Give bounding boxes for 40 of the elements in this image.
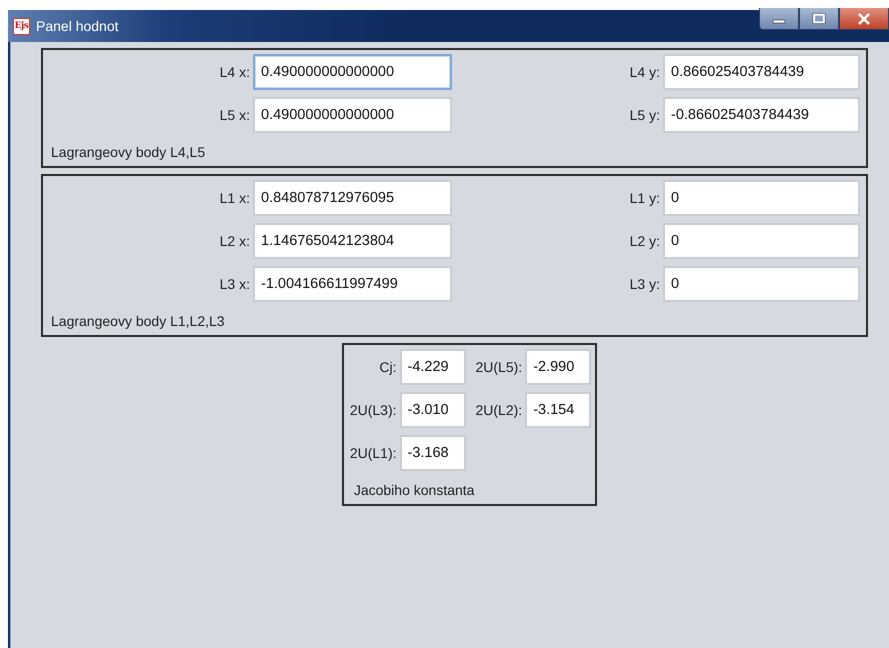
field-label: 2U(L5):	[476, 359, 522, 375]
group-caption: Lagrangeovy body L1,L2,L3	[51, 313, 226, 329]
field-label: L5 x:	[220, 107, 250, 123]
field-label: L2 y:	[630, 233, 660, 249]
input-field[interactable]: 1.146765042123804	[253, 223, 452, 259]
field-label: 2U(L2):	[476, 402, 522, 418]
minimize-button[interactable]	[759, 8, 799, 30]
field-label: L4 x:	[220, 64, 250, 80]
field-label: L2 x:	[220, 233, 250, 249]
field-label: L1 x:	[220, 190, 250, 206]
input-field[interactable]: 0.866025403784439	[663, 54, 860, 90]
maximize-button[interactable]	[799, 8, 839, 30]
field-label: L3 x:	[220, 276, 250, 292]
field-label: Cj:	[379, 359, 396, 375]
window-title: Panel hodnot	[36, 18, 119, 34]
field-label: L5 y:	[630, 107, 660, 123]
app-icon: Ejs	[13, 18, 30, 34]
input-field[interactable]: 0.848078712976095	[253, 180, 452, 216]
input-field[interactable]: 0.490000000000000	[253, 97, 452, 133]
input-field[interactable]: -3.154	[525, 392, 592, 428]
group-caption: Jacobiho konstanta	[354, 482, 476, 498]
field-label: 2U(L3):	[350, 402, 396, 418]
close-button[interactable]	[839, 8, 889, 30]
input-field[interactable]: 0	[663, 266, 860, 302]
maximize-icon	[812, 12, 826, 24]
input-field[interactable]: -2.990	[525, 349, 592, 385]
close-icon	[857, 12, 871, 24]
input-field[interactable]: -3.010	[400, 392, 466, 428]
input-field[interactable]: 0	[663, 223, 860, 259]
input-field[interactable]: 0	[663, 180, 860, 216]
field-label: L4 y:	[630, 64, 660, 80]
input-field[interactable]: 0.490000000000000	[253, 54, 452, 90]
input-field[interactable]: -4.229	[400, 349, 466, 385]
field-label: 2U(L1):	[350, 445, 396, 461]
input-field[interactable]: -0.866025403784439	[663, 97, 860, 133]
field-label: L1 y:	[630, 190, 660, 206]
field-label: L3 y:	[630, 276, 660, 292]
input-field[interactable]: -1.004166611997499	[253, 266, 452, 302]
group-caption: Lagrangeovy body L4,L5	[51, 144, 206, 160]
input-field[interactable]: -3.168	[400, 435, 466, 471]
